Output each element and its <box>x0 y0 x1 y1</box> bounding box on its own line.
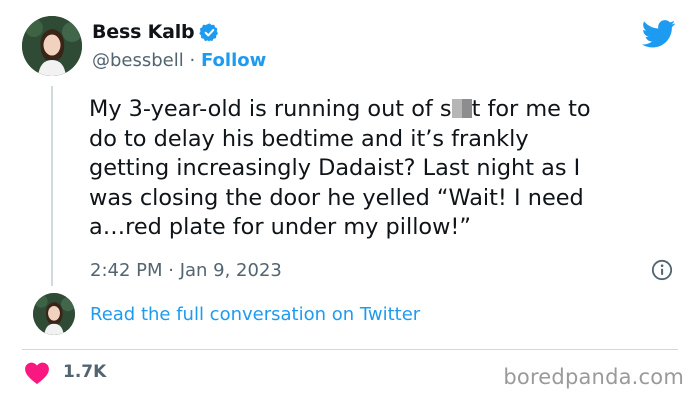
author-name-row: Bess Kalb <box>92 21 220 43</box>
info-icon[interactable] <box>651 259 673 281</box>
read-conversation-link[interactable]: Read the full conversation on Twitter <box>90 304 420 325</box>
verified-badge-icon <box>199 22 220 43</box>
watermark: boredpanda.com <box>503 365 684 389</box>
handle-separator: · <box>189 50 196 71</box>
conversation-avatar[interactable] <box>33 293 75 335</box>
heart-icon[interactable] <box>24 361 50 385</box>
censor-block <box>451 99 472 118</box>
author-handle-row: @bessbell · Follow <box>92 50 266 71</box>
tweet-timestamp[interactable]: 2:42 PM · Jan 9, 2023 <box>90 260 282 281</box>
follow-button[interactable]: Follow <box>201 50 266 71</box>
author-name[interactable]: Bess Kalb <box>92 21 195 43</box>
tweet-text: My 3-year-old is running out of st for m… <box>89 95 679 243</box>
divider <box>22 349 678 350</box>
twitter-bird-icon[interactable] <box>641 20 676 48</box>
thread-connector-line <box>51 86 53 286</box>
tweet-text-start: My 3-year-old is running out of s <box>89 96 452 122</box>
author-avatar[interactable] <box>22 16 82 76</box>
author-handle[interactable]: @bessbell <box>92 50 184 71</box>
like-count[interactable]: 1.7K <box>63 362 106 382</box>
